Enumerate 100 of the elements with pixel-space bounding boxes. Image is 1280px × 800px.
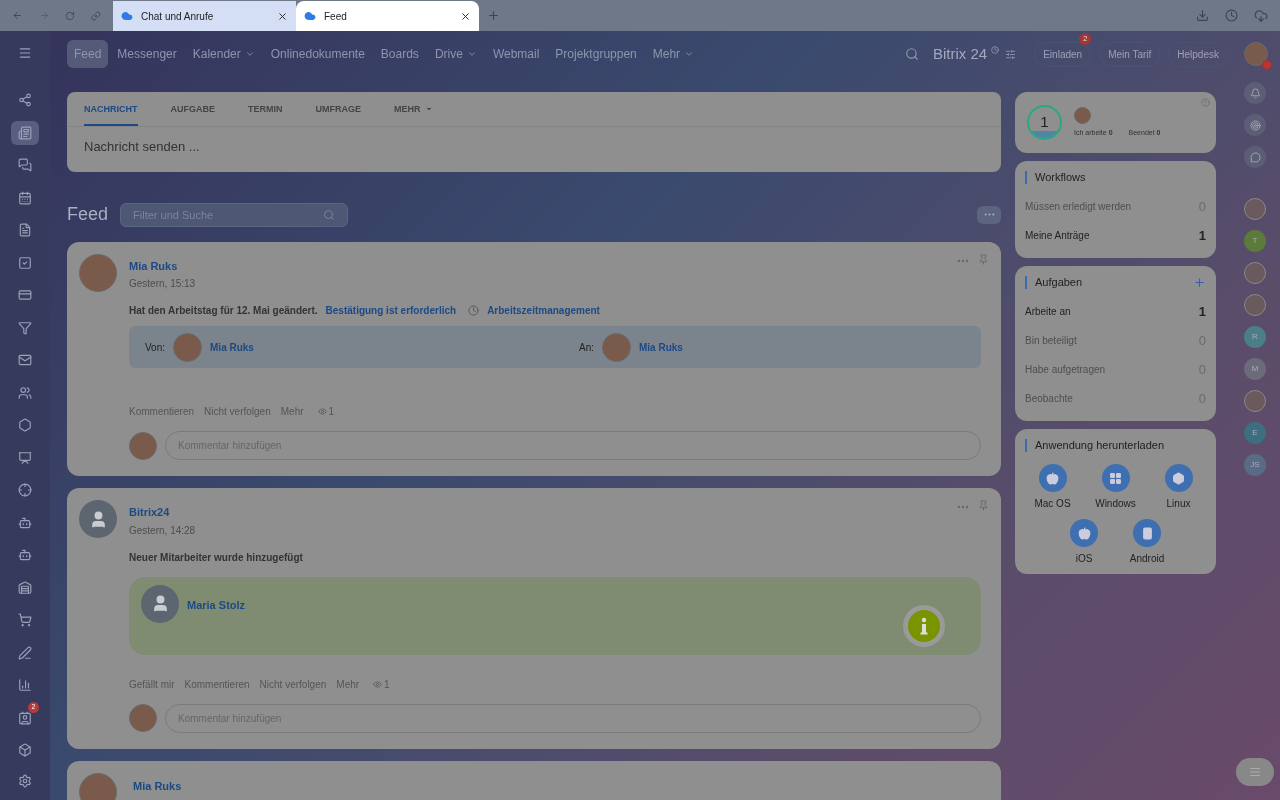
menu-icon[interactable]	[18, 46, 32, 60]
user-photo	[129, 431, 157, 460]
composer-tab[interactable]: MEHR	[394, 102, 433, 126]
from-label: Von:	[145, 340, 166, 355]
notifications-button[interactable]	[1244, 82, 1266, 104]
contact-photo[interactable]	[1244, 198, 1266, 220]
module-link[interactable]: Arbeitszeitmanagement	[487, 303, 600, 319]
app-download-link[interactable]: Linux	[1155, 464, 1202, 511]
confirm-link[interactable]: Bestätigung ist erforderlich	[325, 303, 457, 319]
person-photo	[173, 332, 203, 362]
download-icon[interactable]	[1196, 9, 1209, 22]
author-link[interactable]: Mia Ruks	[129, 257, 981, 275]
user-silhouette-icon	[141, 584, 179, 623]
composer-tab[interactable]: TERMIN	[248, 102, 283, 126]
warning-icon	[1262, 60, 1272, 70]
app-download-link[interactable]: iOS	[1061, 519, 1107, 566]
brand-logo[interactable]: Bitrix 24	[933, 42, 988, 66]
person-link[interactable]: Mia Ruks	[639, 339, 683, 355]
chat-button[interactable]	[1244, 146, 1266, 168]
author-link[interactable]: Mia Ruks	[133, 779, 182, 792]
post-action-link[interactable]: Mehr	[336, 676, 360, 692]
composer-tab[interactable]: UMFRAGE	[315, 102, 361, 126]
contact-avatar[interactable]: R	[1244, 326, 1266, 348]
nav-link[interactable]: Projektgruppen	[548, 40, 644, 68]
browser-tab[interactable]: Feed	[296, 1, 479, 31]
contact-avatar[interactable]: JS	[1244, 454, 1266, 476]
feed-icon	[18, 125, 32, 140]
composer-tab[interactable]: NACHRICHT	[84, 102, 138, 126]
widget-row[interactable]: Meine Anträge 1	[1015, 221, 1216, 250]
apple-icon	[1038, 464, 1067, 492]
browser-tab[interactable]: Chat und Anrufe	[113, 1, 296, 31]
add-icon[interactable]	[1193, 275, 1206, 289]
help-icon[interactable]	[1201, 98, 1210, 107]
contact-icon	[18, 710, 32, 725]
contact-photo[interactable]	[1244, 262, 1266, 284]
eye-icon	[373, 679, 383, 689]
pen-icon	[18, 645, 32, 660]
contact-photo[interactable]	[1244, 390, 1266, 412]
widget-title: Aufgaben	[1035, 274, 1084, 290]
pin-icon[interactable]	[978, 253, 989, 265]
app-download-link[interactable]: Mac OS	[1029, 464, 1076, 511]
post-action-link[interactable]: Kommentieren	[129, 404, 195, 420]
link-icon[interactable]	[91, 9, 101, 22]
person-photo	[602, 332, 631, 362]
nav-link[interactable]: Feed	[67, 40, 109, 68]
contact-avatar[interactable]: T	[1244, 230, 1266, 252]
close-icon[interactable]	[277, 10, 288, 22]
widget-title: Anwendung herunterladen	[1035, 437, 1166, 453]
user-photo	[1074, 106, 1091, 124]
nav-link[interactable]: Boards	[373, 40, 426, 68]
nav-link[interactable]: Kalender	[185, 40, 262, 68]
sidebar-item[interactable]	[11, 120, 39, 145]
chat-menu-button[interactable]	[1236, 758, 1274, 786]
search-icon[interactable]	[905, 47, 919, 61]
composer-tab[interactable]: AUFGABE	[170, 102, 215, 126]
close-icon[interactable]	[460, 10, 471, 22]
calendar-icon	[18, 190, 32, 205]
nav-link[interactable]: Messenger	[110, 40, 184, 68]
history-icon[interactable]	[1225, 9, 1238, 22]
windows-icon	[1101, 464, 1130, 492]
robot-icon	[18, 515, 32, 530]
nav-link[interactable]: Mehr	[645, 40, 702, 68]
page-title: Feed	[67, 203, 109, 227]
app-download-link[interactable]: Android	[1124, 519, 1170, 566]
apple-icon	[1070, 519, 1098, 547]
post-action-link[interactable]: Nicht verfolgen	[204, 404, 271, 420]
timer-count: 1	[1040, 112, 1049, 133]
post-action-link[interactable]: Kommentieren	[184, 676, 250, 692]
contact-avatar[interactable]: E	[1244, 422, 1266, 444]
author-link[interactable]: Bitrix24	[129, 504, 981, 521]
settings-icon[interactable]	[18, 774, 32, 788]
widget-title: Workflows	[1035, 169, 1087, 185]
new-tab-icon[interactable]	[487, 9, 500, 22]
bot-icon	[18, 548, 32, 562]
chat-icon	[18, 158, 32, 172]
nav-link[interactable]: Drive	[427, 40, 484, 68]
post-action-link[interactable]: Gefällt mir	[129, 676, 175, 692]
clock-icon	[468, 305, 480, 317]
cloud-icon[interactable]	[1254, 8, 1268, 23]
nav-link[interactable]: Webmail	[485, 40, 547, 68]
users-icon	[18, 385, 32, 400]
reload-icon[interactable]	[65, 9, 76, 22]
target-icon	[1249, 119, 1261, 131]
pin-icon[interactable]	[978, 500, 989, 512]
card-icon	[18, 288, 32, 302]
back-icon[interactable]	[12, 9, 23, 22]
eye-icon	[317, 407, 327, 417]
info-icon	[903, 604, 945, 647]
post-action-link[interactable]: Mehr	[280, 404, 304, 420]
clock-icon	[991, 46, 1000, 54]
widget-row[interactable]: Arbeite an 1	[1015, 297, 1216, 326]
nav-link[interactable]: Onlinedokumente	[263, 40, 372, 68]
target-button[interactable]	[1244, 114, 1266, 136]
share-icon	[18, 93, 32, 107]
settings-sliders-icon[interactable]	[1005, 48, 1017, 60]
more-button[interactable]	[977, 205, 1001, 224]
app-download-link[interactable]: Windows	[1092, 464, 1139, 511]
person-link[interactable]: Mia Ruks	[210, 339, 254, 355]
employee-link[interactable]: Maria Stolz	[187, 596, 246, 614]
contact-photo[interactable]	[1244, 294, 1266, 316]
